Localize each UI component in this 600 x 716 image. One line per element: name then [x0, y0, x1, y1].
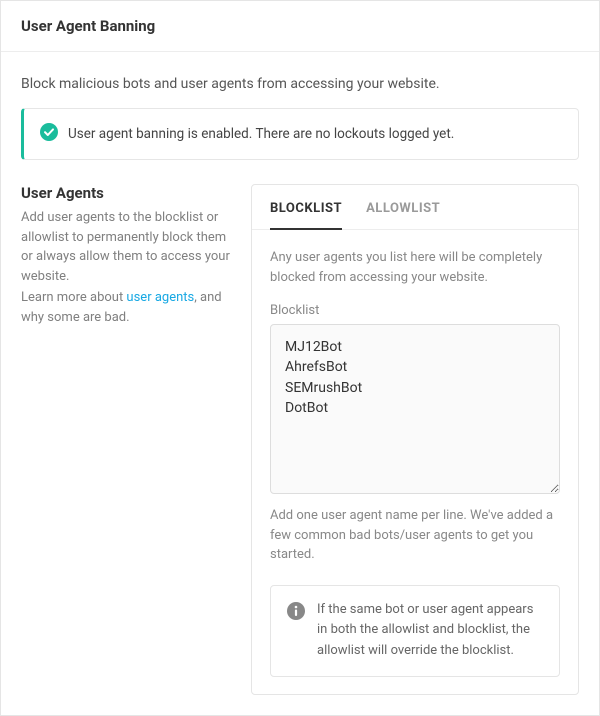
- learn-more: Learn more about user agents, and why so…: [21, 288, 231, 327]
- blocklist-hint: Add one user agent name per line. We've …: [270, 506, 560, 565]
- tab-allowlist[interactable]: ALLOWLIST: [366, 185, 440, 230]
- status-text: User agent banning is enabled. There are…: [68, 126, 454, 142]
- info-box: If the same bot or user agent appears in…: [270, 585, 560, 677]
- info-icon: [287, 602, 305, 662]
- tabs: BLOCKLIST ALLOWLIST: [252, 185, 578, 230]
- page-title: User Agent Banning: [21, 17, 579, 35]
- tab-blocklist[interactable]: BLOCKLIST: [270, 185, 342, 230]
- blocklist-textarea[interactable]: [270, 324, 560, 494]
- blocklist-label: Blocklist: [270, 303, 560, 318]
- blocklist-tab-body: Any user agents you list here will be co…: [252, 230, 578, 694]
- section-desc: Add user agents to the blocklist or allo…: [21, 208, 231, 286]
- blocklist-desc: Any user agents you list here will be co…: [270, 248, 560, 287]
- learn-more-pre: Learn more about: [21, 290, 126, 305]
- check-circle-icon: [40, 123, 58, 145]
- status-notice: User agent banning is enabled. There are…: [21, 108, 579, 160]
- panel-header: User Agent Banning: [1, 1, 599, 52]
- user-agents-link[interactable]: user agents: [126, 290, 194, 305]
- info-text: If the same bot or user agent appears in…: [317, 600, 543, 662]
- section-heading: User Agents: [21, 184, 231, 202]
- main-column: BLOCKLIST ALLOWLIST Any user agents you …: [251, 184, 579, 695]
- intro-text: Block malicious bots and user agents fro…: [1, 52, 599, 108]
- user-agent-banning-panel: User Agent Banning Block malicious bots …: [0, 0, 600, 716]
- body-row: User Agents Add user agents to the block…: [1, 184, 599, 715]
- side-column: User Agents Add user agents to the block…: [21, 184, 231, 695]
